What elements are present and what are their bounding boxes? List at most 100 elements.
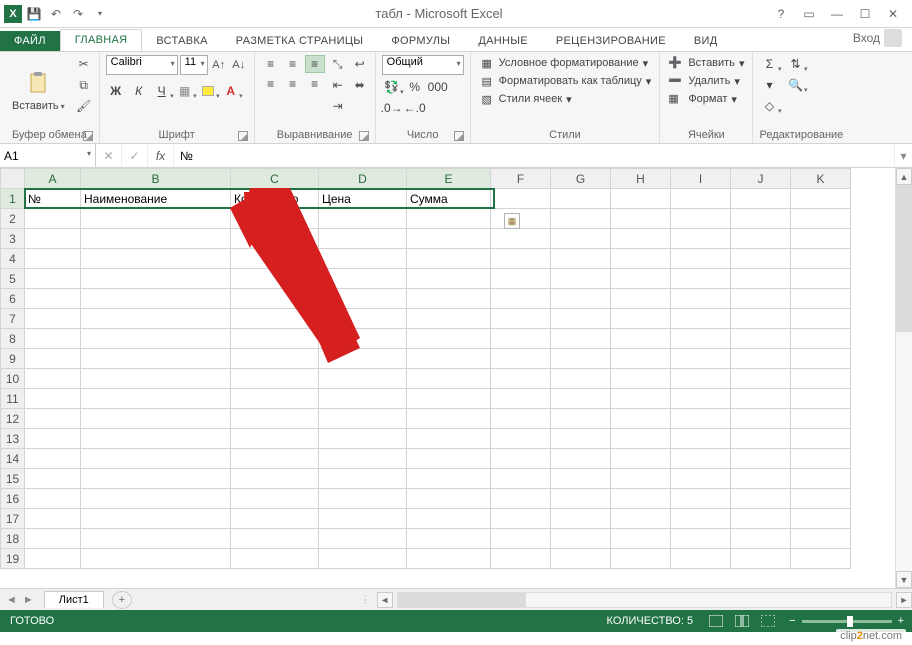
- cell[interactable]: [319, 429, 407, 449]
- cell[interactable]: [731, 429, 791, 449]
- cell[interactable]: [551, 469, 611, 489]
- cell[interactable]: [491, 489, 551, 509]
- view-page-layout-icon[interactable]: [729, 610, 755, 632]
- cell[interactable]: [551, 209, 611, 229]
- percent-format-icon[interactable]: %: [405, 78, 425, 96]
- delete-cells-button[interactable]: ➖Удалить ▾: [666, 73, 746, 89]
- cell[interactable]: [81, 309, 231, 329]
- cell[interactable]: [231, 289, 319, 309]
- cell[interactable]: [551, 409, 611, 429]
- row-header[interactable]: 5: [1, 269, 25, 289]
- decrease-indent-icon[interactable]: ⇤: [329, 76, 347, 94]
- cell[interactable]: [231, 249, 319, 269]
- row-header[interactable]: 12: [1, 409, 25, 429]
- cell[interactable]: [731, 309, 791, 329]
- cell[interactable]: [491, 469, 551, 489]
- column-header[interactable]: D: [319, 169, 407, 189]
- cell[interactable]: [81, 349, 231, 369]
- cell[interactable]: [81, 269, 231, 289]
- name-box-input[interactable]: [4, 149, 74, 163]
- cell[interactable]: [551, 309, 611, 329]
- font-color-button[interactable]: A: [221, 82, 241, 100]
- cell[interactable]: [731, 449, 791, 469]
- italic-button[interactable]: К: [129, 82, 149, 100]
- tab-insert[interactable]: ВСТАВКА: [142, 31, 221, 51]
- cell[interactable]: [671, 309, 731, 329]
- scroll-left-icon[interactable]: ◄: [377, 592, 393, 608]
- spreadsheet-grid[interactable]: ABCDEFGHIJK 1№НаименованиеКоличествоЦена…: [0, 168, 912, 588]
- cell[interactable]: [25, 249, 81, 269]
- cell[interactable]: [611, 309, 671, 329]
- conditional-formatting-button[interactable]: ▦Условное форматирование ▾: [477, 55, 654, 71]
- vertical-scrollbar[interactable]: ▲ ▼: [895, 168, 912, 588]
- cell[interactable]: [611, 489, 671, 509]
- cell[interactable]: [491, 309, 551, 329]
- cell[interactable]: [407, 429, 491, 449]
- cell[interactable]: [731, 189, 791, 209]
- cell[interactable]: Количество: [231, 189, 319, 209]
- font-launcher[interactable]: [238, 131, 248, 141]
- column-header[interactable]: J: [731, 169, 791, 189]
- row-header[interactable]: 2: [1, 209, 25, 229]
- row-header[interactable]: 15: [1, 469, 25, 489]
- alignment-launcher[interactable]: [359, 131, 369, 141]
- cell[interactable]: [81, 509, 231, 529]
- cell[interactable]: [731, 349, 791, 369]
- cell[interactable]: [319, 389, 407, 409]
- cell[interactable]: [791, 409, 851, 429]
- cell[interactable]: [791, 369, 851, 389]
- cell[interactable]: [791, 189, 851, 209]
- cell[interactable]: [731, 469, 791, 489]
- cell[interactable]: [611, 449, 671, 469]
- cell[interactable]: [551, 489, 611, 509]
- format-as-table-button[interactable]: ▤Форматировать как таблицу ▾: [477, 73, 654, 89]
- cell[interactable]: [407, 409, 491, 429]
- cell[interactable]: [791, 349, 851, 369]
- cell[interactable]: [491, 369, 551, 389]
- font-size-select[interactable]: 11▾: [180, 55, 208, 75]
- cell[interactable]: [81, 529, 231, 549]
- cell[interactable]: [231, 549, 319, 569]
- cell[interactable]: [611, 429, 671, 449]
- row-header[interactable]: 13: [1, 429, 25, 449]
- row-header[interactable]: 4: [1, 249, 25, 269]
- cell[interactable]: [611, 269, 671, 289]
- cell[interactable]: [791, 529, 851, 549]
- orientation-icon[interactable]: ⤡: [329, 55, 347, 73]
- cell[interactable]: [319, 229, 407, 249]
- cell[interactable]: №: [25, 189, 81, 209]
- quick-analysis-icon[interactable]: ▦: [504, 213, 520, 229]
- cell[interactable]: [81, 489, 231, 509]
- cut-icon[interactable]: ✂: [75, 55, 93, 73]
- cell[interactable]: [671, 509, 731, 529]
- align-center-icon[interactable]: ≡: [283, 75, 303, 93]
- zoom-out-icon[interactable]: −: [789, 615, 795, 627]
- cell[interactable]: [407, 269, 491, 289]
- column-header[interactable]: K: [791, 169, 851, 189]
- close-icon[interactable]: ✕: [880, 3, 906, 25]
- cell-styles-button[interactable]: ▧Стили ячеек ▾: [477, 91, 654, 107]
- cell[interactable]: [231, 269, 319, 289]
- cell[interactable]: [407, 549, 491, 569]
- insert-function-icon[interactable]: fx: [148, 144, 174, 167]
- zoom-in-icon[interactable]: +: [898, 615, 904, 627]
- cell[interactable]: [551, 289, 611, 309]
- cell[interactable]: [731, 249, 791, 269]
- formula-bar[interactable]: №: [174, 144, 894, 167]
- cell[interactable]: [731, 209, 791, 229]
- cell[interactable]: [551, 329, 611, 349]
- vertical-scroll-thumb[interactable]: [896, 185, 912, 332]
- copy-icon[interactable]: ⧉: [75, 76, 93, 94]
- maximize-icon[interactable]: ☐: [852, 3, 878, 25]
- scroll-up-icon[interactable]: ▲: [896, 168, 912, 185]
- cell[interactable]: [491, 249, 551, 269]
- cell[interactable]: [491, 449, 551, 469]
- row-header[interactable]: 9: [1, 349, 25, 369]
- cell[interactable]: [611, 389, 671, 409]
- cell[interactable]: [231, 429, 319, 449]
- decrease-font-icon[interactable]: A↓: [230, 55, 248, 75]
- cell[interactable]: [611, 349, 671, 369]
- bold-button[interactable]: Ж: [106, 82, 126, 100]
- scroll-down-icon[interactable]: ▼: [896, 571, 912, 588]
- cell[interactable]: [407, 329, 491, 349]
